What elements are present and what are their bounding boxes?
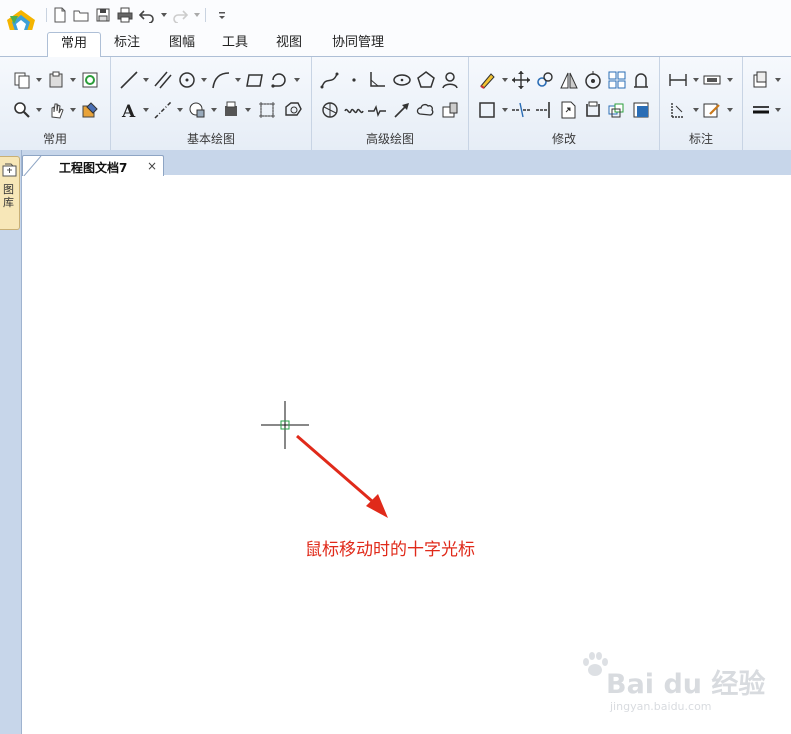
canvas-overlay bbox=[261, 401, 388, 518]
annotation-arrow bbox=[296, 434, 388, 518]
annotation-label: 鼠标移动时的十字光标 bbox=[305, 540, 475, 560]
watermark-brand: Bai du 经验 bbox=[606, 669, 766, 700]
watermark-url: jingyan.baidu.com bbox=[610, 700, 712, 713]
watermark: Bai du 经验 jingyan.baidu.com bbox=[580, 648, 780, 718]
